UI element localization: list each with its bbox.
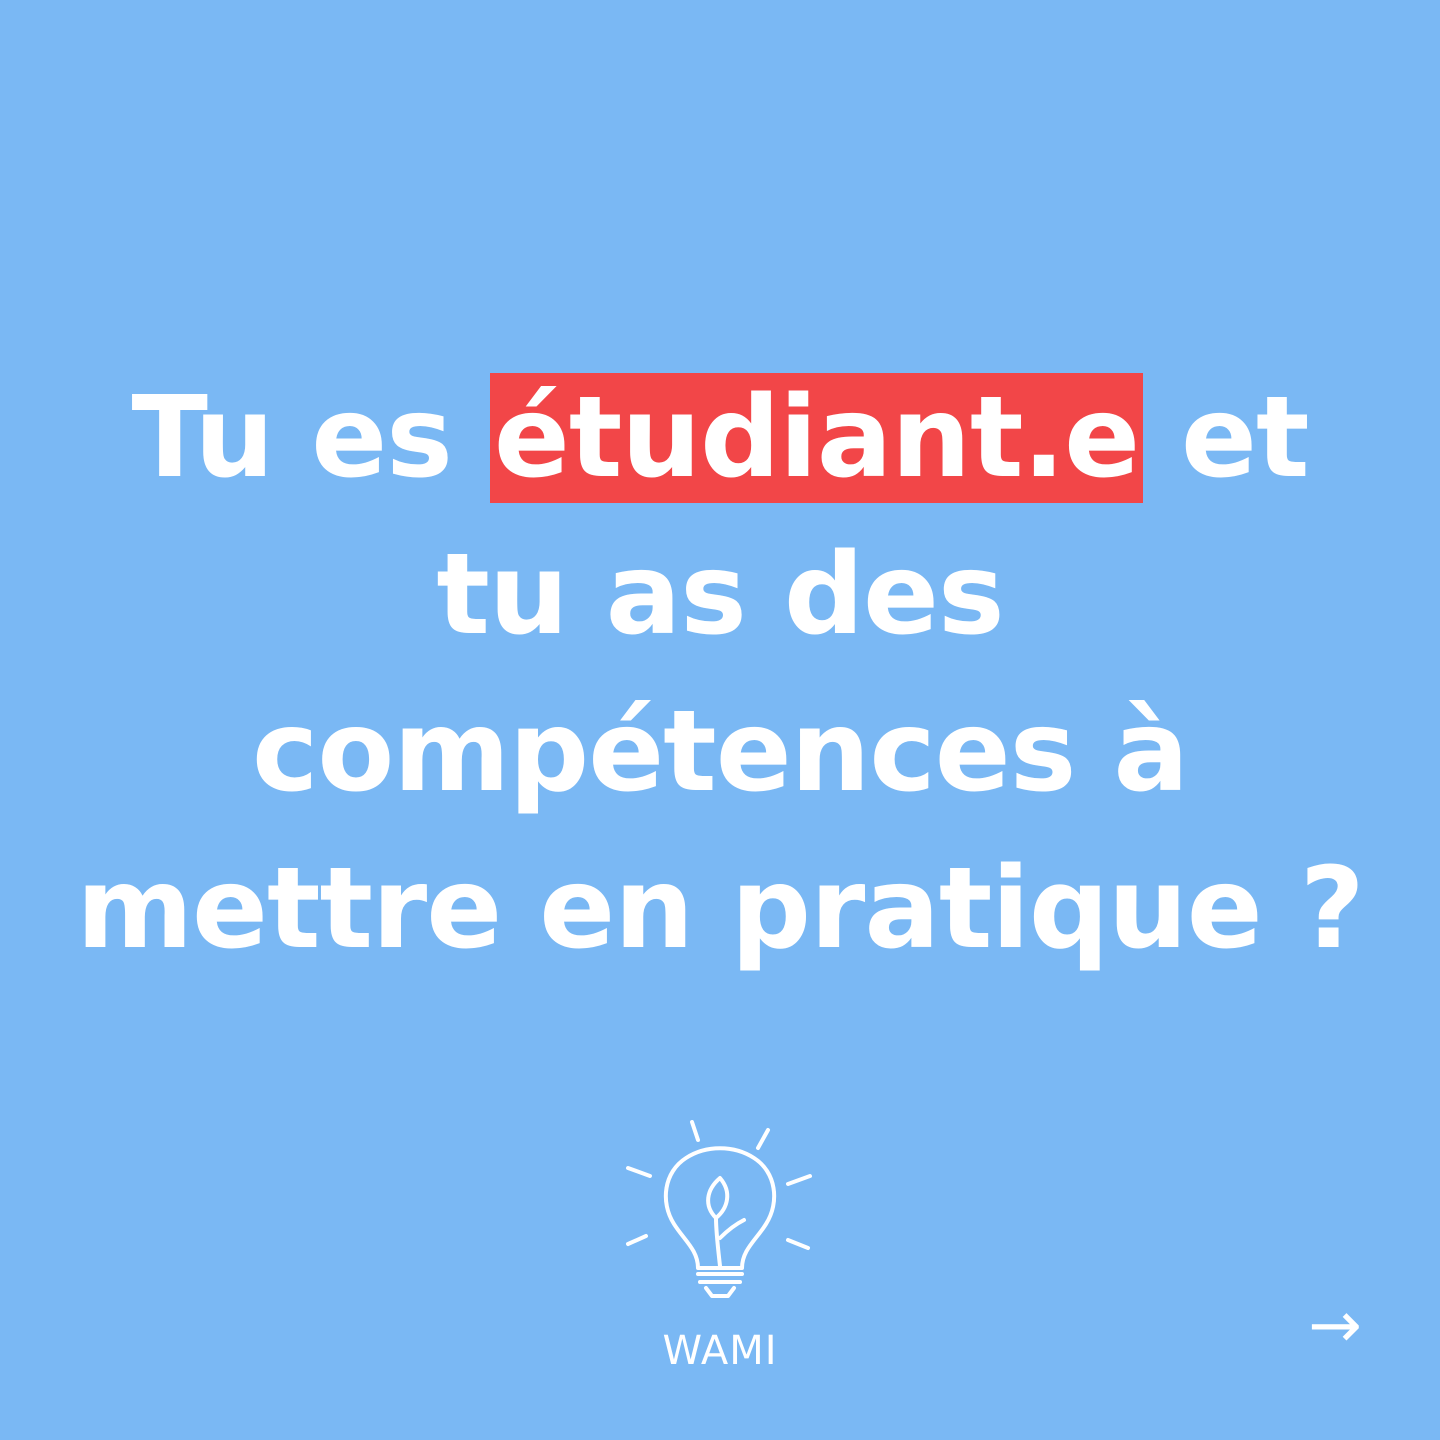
headline: Tu es étudiant.e et tu as des compétence… <box>0 360 1440 988</box>
headline-line-2: tu as des <box>436 530 1004 660</box>
headline-line-3: compétences à <box>252 687 1189 817</box>
headline-line-1-after: et <box>1143 373 1310 503</box>
highlighted-word: étudiant.e <box>489 373 1144 503</box>
headline-line-1-before: Tu es <box>131 373 490 503</box>
headline-line-4: mettre en pratique ? <box>76 844 1364 974</box>
next-arrow-button[interactable]: → <box>1290 1294 1380 1358</box>
headline-line-1: Tu es étudiant.e et <box>0 360 1440 517</box>
lightbulb-leaf-icon <box>626 1120 812 1298</box>
slide: Tu es étudiant.e et tu as des compétence… <box>0 0 1440 1440</box>
brand-name: WAMI <box>662 1328 778 1374</box>
